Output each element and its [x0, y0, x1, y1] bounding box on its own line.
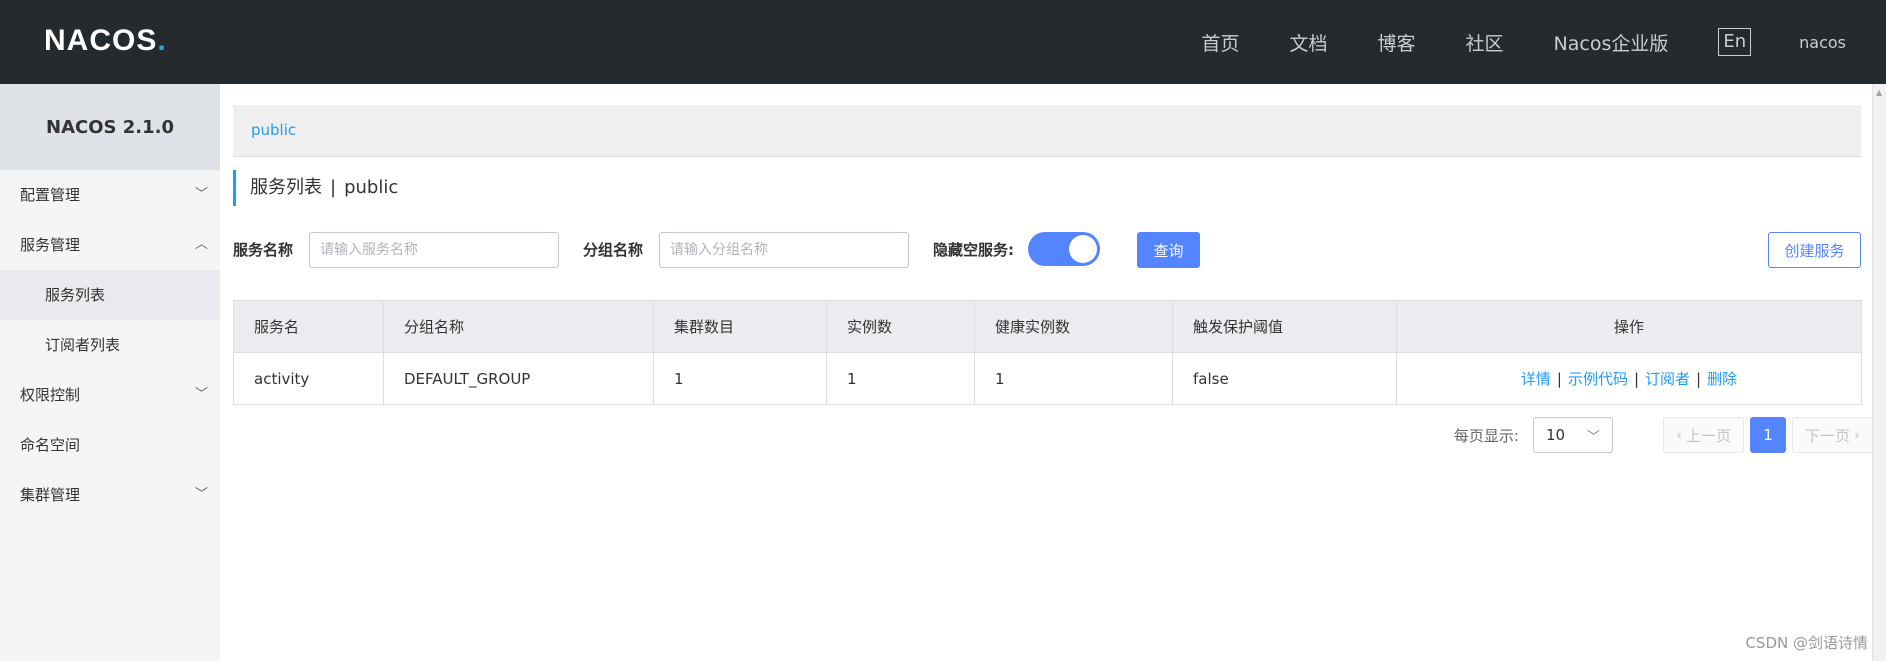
- group-name-input[interactable]: [659, 232, 909, 268]
- next-page-button[interactable]: 下一页 ›: [1791, 417, 1873, 453]
- watermark: CSDN @剑语诗情: [1745, 634, 1868, 652]
- service-name-label: 服务名称: [233, 241, 294, 259]
- next-page-label: 下一页: [1804, 426, 1850, 445]
- nav-enterprise[interactable]: Nacos企业版: [1554, 29, 1669, 56]
- logo-dot: .: [157, 24, 167, 57]
- sidebar: NACOS 2.1.0 配置管理 ﹀ 服务管理 ︿ 服务列表 订阅者列表 权限控…: [0, 84, 220, 661]
- detail-link[interactable]: 详情: [1521, 370, 1551, 388]
- action-separator: |: [1696, 370, 1702, 388]
- nav-docs[interactable]: 文档: [1289, 29, 1327, 56]
- sidebar-item-subscribers[interactable]: 订阅者列表: [0, 320, 220, 370]
- sidebar-item-label: 命名空间: [20, 436, 81, 454]
- cell-instance-count: 1: [826, 352, 975, 405]
- subscribers-link[interactable]: 订阅者: [1645, 370, 1690, 388]
- prev-page-button[interactable]: ‹ 上一页: [1662, 417, 1744, 453]
- page-title-text: 服务列表: [250, 177, 322, 198]
- namespace-link-public[interactable]: public: [251, 121, 296, 139]
- cell-group-name: DEFAULT_GROUP: [383, 352, 654, 405]
- page-title: 服务列表 | public: [233, 170, 398, 206]
- page-size-value: 10: [1545, 426, 1566, 444]
- cell-healthy-count: 1: [974, 352, 1173, 405]
- chevron-up-icon: ︿: [194, 237, 208, 252]
- column-header: 分组名称: [383, 300, 654, 353]
- nav-blog[interactable]: 博客: [1377, 29, 1415, 56]
- sidebar-item-label: 配置管理: [20, 186, 81, 204]
- column-header: 实例数: [826, 300, 975, 353]
- sidebar-item-label: 服务管理: [20, 236, 81, 254]
- sidebar-item-service[interactable]: 服务管理 ︿: [0, 220, 220, 270]
- cell-cluster-count: 1: [653, 352, 827, 405]
- cell-threshold: false: [1172, 352, 1397, 405]
- hide-empty-toggle[interactable]: [1028, 232, 1100, 266]
- nav-community[interactable]: 社区: [1466, 29, 1504, 56]
- column-header: 服务名: [233, 300, 384, 353]
- sample-code-link[interactable]: 示例代码: [1568, 370, 1628, 388]
- scroll-up-arrow-icon[interactable]: ▲: [1876, 88, 1882, 97]
- action-separator: |: [1633, 370, 1640, 388]
- group-name-label: 分组名称: [583, 241, 644, 259]
- cell-actions: 详情 | 示例代码 | 订阅者 | 删除: [1396, 352, 1862, 405]
- column-header: 集群数目: [653, 300, 827, 353]
- hide-empty-label: 隐藏空服务:: [933, 241, 1014, 259]
- pagination: 每页显示: 10 ﹀ ‹ 上一页 1 下一页 ›: [1454, 417, 1873, 453]
- toggle-knob: [1069, 235, 1097, 263]
- top-header: NACOS. 首页 文档 博客 社区 Nacos企业版 En nacos: [0, 0, 1886, 84]
- table-header-row: 服务名 分组名称 集群数目 实例数 健康实例数 触发保护阈值 操作: [233, 300, 1862, 353]
- per-page-label: 每页显示:: [1453, 426, 1519, 445]
- column-header: 触发保护阈值: [1172, 300, 1397, 353]
- chevron-down-icon: ﹀: [194, 187, 208, 202]
- sidebar-item-label: 服务列表: [45, 286, 106, 304]
- page-number-button[interactable]: 1: [1749, 417, 1786, 453]
- sidebar-item-label: 集群管理: [20, 486, 81, 504]
- chevron-down-icon: ﹀: [1586, 429, 1600, 445]
- language-switch-button[interactable]: En: [1718, 28, 1752, 56]
- sidebar-item-service-list[interactable]: 服务列表: [0, 270, 220, 320]
- chevron-left-icon: ‹: [1675, 426, 1682, 444]
- column-header: 操作: [1396, 300, 1862, 353]
- user-menu[interactable]: nacos: [1799, 33, 1846, 52]
- filter-bar: 服务名称 分组名称 隐藏空服务: 查询 创建服务: [233, 232, 1861, 268]
- sidebar-item-label: 权限控制: [20, 386, 81, 404]
- page-title-namespace: public: [344, 177, 399, 198]
- logo-text: NACOS: [44, 24, 158, 57]
- chevron-down-icon: ﹀: [194, 487, 208, 502]
- nav-home[interactable]: 首页: [1201, 29, 1239, 56]
- page-size-select[interactable]: 10 ﹀: [1532, 417, 1613, 453]
- title-separator: |: [330, 177, 337, 198]
- action-separator: |: [1556, 370, 1562, 388]
- nacos-logo[interactable]: NACOS.: [44, 24, 167, 58]
- sidebar-item-cluster[interactable]: 集群管理 ﹀: [0, 470, 220, 520]
- service-table: 服务名 分组名称 集群数目 实例数 健康实例数 触发保护阈值 操作 activi…: [233, 300, 1862, 405]
- sidebar-item-auth[interactable]: 权限控制 ﹀: [0, 370, 220, 420]
- sidebar-item-label: 订阅者列表: [45, 336, 121, 354]
- main-content: public 服务列表 | public 服务名称 分组名称 隐藏空服务: 查询 创…: [220, 84, 1886, 661]
- top-nav: 首页 文档 博客 社区 Nacos企业版 En nacos: [1151, 0, 1846, 84]
- create-service-button[interactable]: 创建服务: [1768, 232, 1861, 268]
- vertical-scrollbar[interactable]: ▲: [1872, 84, 1886, 661]
- table-row: activity DEFAULT_GROUP 1 1 1 false 详情 | 示例…: [233, 352, 1862, 405]
- sidebar-title: NACOS 2.1.0: [0, 84, 220, 170]
- sidebar-item-config[interactable]: 配置管理 ﹀: [0, 170, 220, 220]
- service-name-input[interactable]: [309, 232, 559, 268]
- prev-page-label: 上一页: [1685, 426, 1731, 445]
- chevron-right-icon: ›: [1854, 426, 1860, 444]
- cell-service-name: activity: [233, 352, 384, 405]
- chevron-down-icon: ﹀: [194, 387, 208, 402]
- query-button[interactable]: 查询: [1137, 232, 1200, 268]
- namespace-bar: public: [233, 105, 1861, 157]
- sidebar-item-namespace[interactable]: 命名空间: [0, 420, 220, 470]
- delete-link[interactable]: 删除: [1707, 370, 1737, 388]
- column-header: 健康实例数: [974, 300, 1173, 353]
